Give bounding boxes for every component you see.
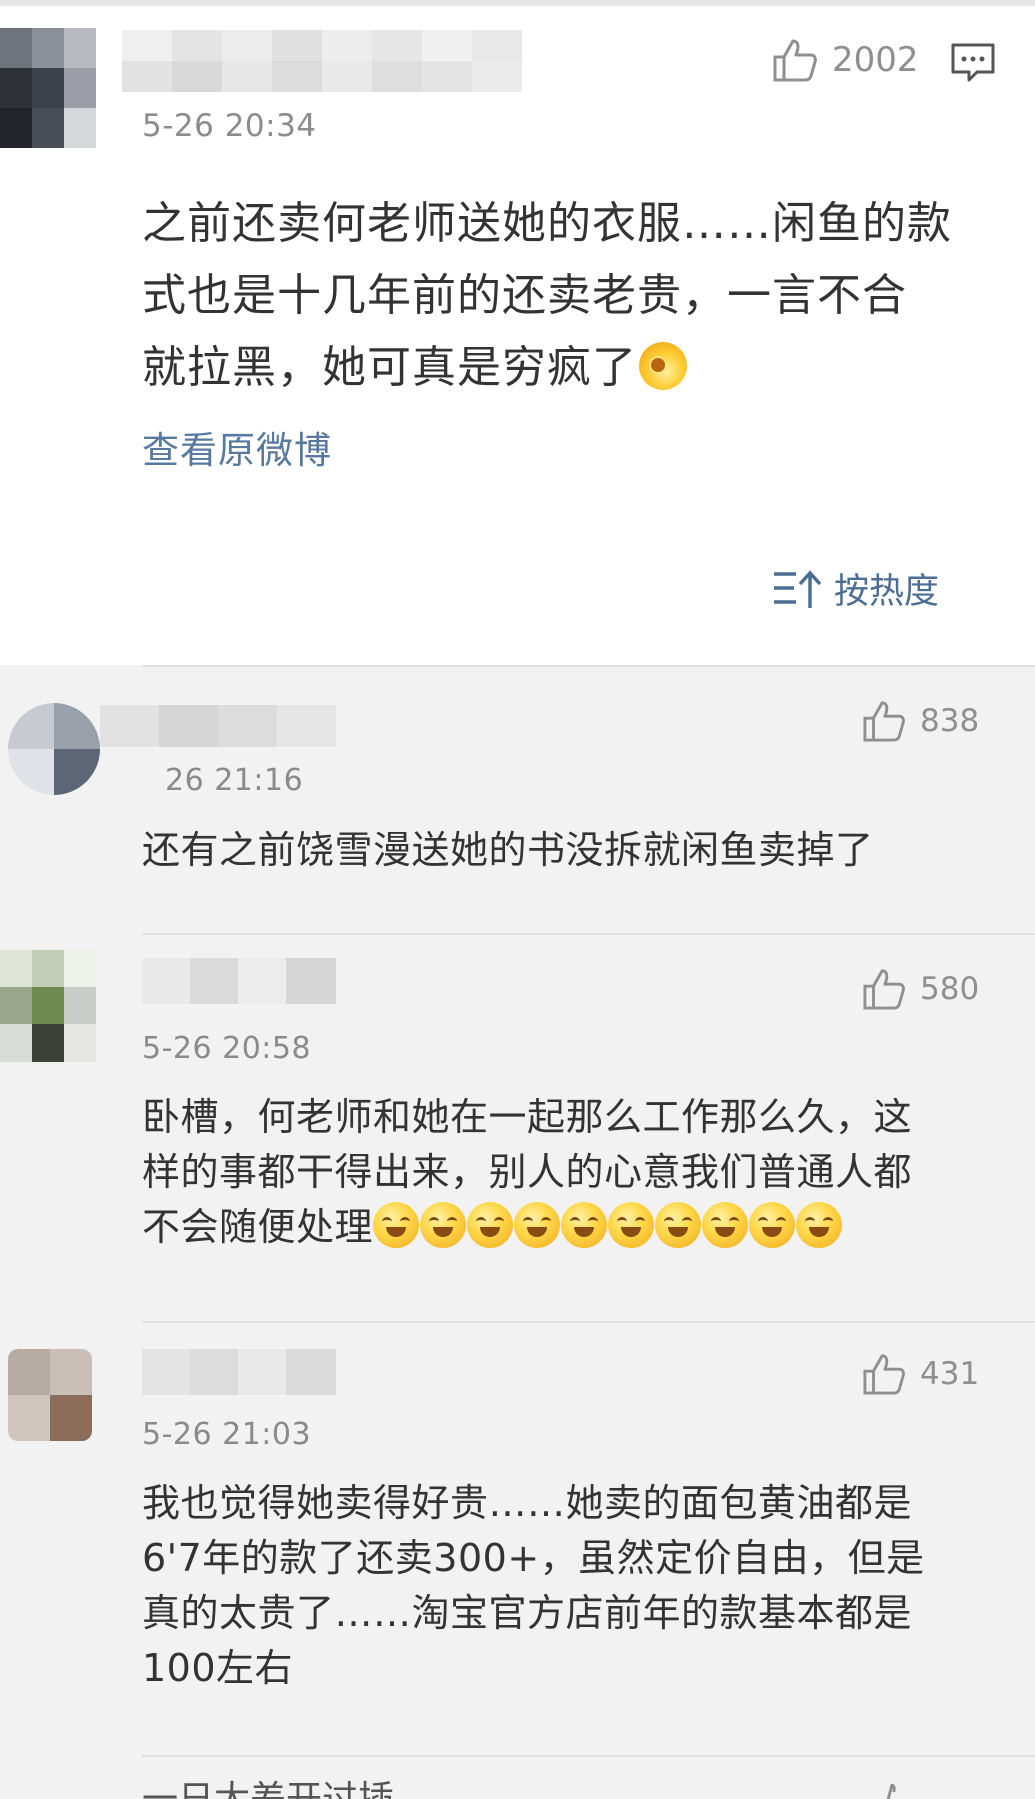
grin-emoji-icon xyxy=(514,1202,561,1248)
post-time: 5-26 20:34 xyxy=(142,108,317,144)
post-text-line: 就拉黑，她可真是穷疯了 xyxy=(142,332,992,404)
comment-time: 26 21:16 xyxy=(165,763,304,798)
like-count: 580 xyxy=(920,971,980,1007)
grin-emoji-icon xyxy=(467,1202,514,1248)
thumbs-up-icon xyxy=(863,969,905,1010)
comment-text: 卧槽，何老师和她在一起那么工作那么久，这 样的事都干得出来，别人的心意我们普通人… xyxy=(142,1090,1002,1255)
divider xyxy=(142,933,1035,935)
comment-time: 5-26 21:03 xyxy=(142,1417,312,1452)
comment-time: 5-26 20:58 xyxy=(142,1031,312,1066)
comment-text: 还有之前饶雪漫送她的书没拆就闲鱼卖掉了 xyxy=(142,823,1002,878)
top-divider xyxy=(0,0,1035,6)
sort-label: 按热度 xyxy=(834,572,940,612)
like-count: 2002 xyxy=(832,40,919,80)
sort-hot-icon xyxy=(774,569,822,608)
comment-item: 5-26 21:03 431 我也觉得她卖得好贵……她卖的面包黄油都是 6'7年… xyxy=(0,1321,1035,1755)
comment-text-line: 6'7年的款了还卖300+，虽然定价自由，但是 xyxy=(142,1536,925,1580)
like-count: 431 xyxy=(920,1356,980,1392)
divider xyxy=(142,1755,1035,1757)
next-comment-peek: 一日太差开过插 xyxy=(142,1770,394,1799)
grin-emoji-icon xyxy=(796,1202,843,1248)
yawn-emoji-icon xyxy=(639,342,687,390)
thumbs-up-icon xyxy=(863,1354,905,1395)
like-count: 838 xyxy=(920,703,980,739)
comment-text-line: 样的事都干得出来，别人的心意我们普通人都 xyxy=(142,1150,913,1194)
divider xyxy=(142,665,1035,667)
like-button[interactable]: 838 xyxy=(862,700,979,742)
like-button[interactable]: 431 xyxy=(862,1353,979,1395)
username-blurred[interactable] xyxy=(142,1349,336,1395)
comment-text-line: 真的太贵了……淘宝官方店前年的款基本都是 xyxy=(142,1591,913,1635)
username-blurred[interactable] xyxy=(142,958,336,1004)
grin-emoji-icon xyxy=(608,1202,655,1248)
like-button[interactable]: 2002 xyxy=(772,38,919,82)
thumbs-up-icon xyxy=(773,39,817,82)
username-blurred[interactable] xyxy=(122,30,522,92)
avatar[interactable] xyxy=(8,703,100,795)
comment-text-line: 卧槽，何老师和她在一起那么工作那么久，这 xyxy=(142,1095,913,1139)
avatar[interactable] xyxy=(0,950,96,1062)
grin-emoji-icon xyxy=(702,1202,749,1248)
comment-text-line: 还有之前饶雪漫送她的书没拆就闲鱼卖掉了 xyxy=(142,828,874,872)
emoji-row xyxy=(373,1202,843,1248)
post-text: 之前还卖何老师送她的衣服……闲鱼的款 式也是十几年前的还卖老贵，一言不合 就拉黑… xyxy=(142,188,992,404)
comment-text-line: 100左右 xyxy=(142,1646,294,1690)
grin-emoji-icon xyxy=(373,1202,420,1248)
grin-emoji-icon xyxy=(749,1202,796,1248)
comment-item: 26 21:16 838 还有之前饶雪漫送她的书没拆就闲鱼卖掉了 xyxy=(0,665,1035,933)
grin-emoji-icon xyxy=(561,1202,608,1248)
comment-text: 我也觉得她卖得好贵……她卖的面包黄油都是 6'7年的款了还卖300+，虽然定价自… xyxy=(142,1476,1002,1696)
post-text-line: 式也是十几年前的还卖老贵，一言不合 xyxy=(142,270,907,321)
grin-emoji-icon xyxy=(655,1202,702,1248)
post-text-line: 之前还卖何老师送她的衣服……闲鱼的款 xyxy=(142,198,952,249)
username-blurred[interactable] xyxy=(100,705,336,747)
like-button[interactable]: 580 xyxy=(862,968,979,1010)
comment-item: 5-26 20:58 580 卧槽，何老师和她在一起那么工作那么久，这 样的事都… xyxy=(0,933,1035,1321)
thumbs-up-icon[interactable] xyxy=(868,1782,912,1799)
comment-text-line: 我也觉得她卖得好贵……她卖的面包黄油都是 xyxy=(142,1481,913,1525)
main-post: 5-26 20:34 2002 之前还卖何老师送她的衣服……闲鱼的款 式也是十几… xyxy=(0,0,1035,665)
grin-emoji-icon xyxy=(420,1202,467,1248)
comment-bubble-icon[interactable] xyxy=(950,42,996,84)
view-original-link[interactable]: 查看原微博 xyxy=(142,420,332,474)
sort-by-hot-button[interactable]: 按热度 xyxy=(772,563,939,614)
comment-text-line: 不会随便处理 xyxy=(142,1200,1002,1255)
weibo-comment-page: 5-26 20:34 2002 之前还卖何老师送她的衣服……闲鱼的款 式也是十几… xyxy=(0,0,1035,1799)
thumbs-up-icon xyxy=(863,701,905,742)
divider xyxy=(142,1321,1035,1323)
avatar[interactable] xyxy=(8,1349,92,1441)
avatar[interactable] xyxy=(0,28,96,148)
